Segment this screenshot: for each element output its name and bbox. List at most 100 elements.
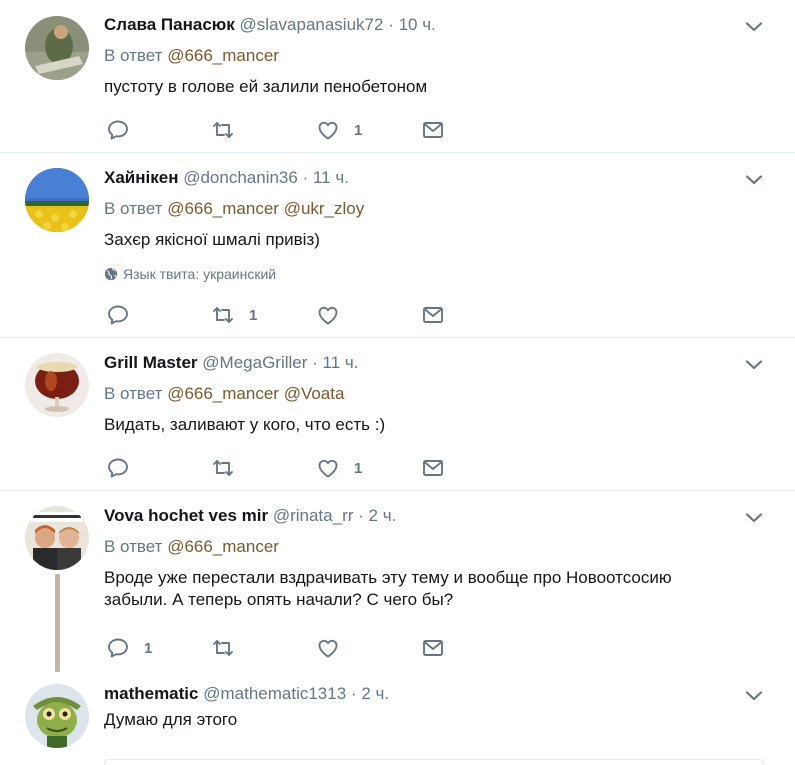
tweet-time[interactable]: 2 ч. [361,684,389,703]
tweet[interactable]: Grill Master @MegaGriller · 11 ч. В отве… [0,338,795,490]
tweet-time[interactable]: 10 ч. [399,15,436,34]
more-options-button[interactable] [743,685,765,707]
globe-icon [104,267,118,281]
author-name[interactable]: Grill Master [104,353,198,372]
avatar-image [25,353,89,417]
tweet-actions: 1 [104,456,464,480]
tweet-text: пустоту в голове ей залили пенобетоном [104,77,428,96]
direct-message-button[interactable] [421,303,445,327]
reply-prefix: В ответ [104,46,163,65]
mention-link[interactable]: @666_mancer [167,384,279,403]
author-handle[interactable]: @donchanin36 [183,168,298,187]
tweet-time[interactable]: 11 ч. [323,353,359,372]
tweet[interactable]: Хайнікен @donchanin36 · 11 ч. В ответ @6… [0,153,795,338]
direct-message-button[interactable] [421,118,445,142]
more-options-button[interactable] [743,169,765,191]
author-handle[interactable]: @slavapanasiuk72 [240,15,384,34]
like-button[interactable] [316,303,354,327]
mention-link[interactable]: @666_mancer [167,46,279,65]
retweet-icon [213,122,233,138]
avatar-image [25,506,89,570]
reply-icon [108,120,128,140]
thread-connector-line [55,574,60,672]
reply-context: В ответ @666_mancer @Voata [104,383,765,405]
tweet-time[interactable]: 11 ч. [313,168,349,187]
avatar[interactable] [25,506,89,570]
embedded-content-box[interactable] [104,759,764,765]
reply-button[interactable] [106,456,144,480]
tweet[interactable]: Слава Панасюк @slavapanasiuk72 · 10 ч. В… [0,0,795,152]
retweet-button[interactable] [211,456,249,480]
tweet-time[interactable]: 2 ч. [369,506,397,525]
reply-button[interactable] [106,118,144,142]
envelope-icon [423,460,443,476]
tweet-header: Хайнікен @donchanin36 · 11 ч. [104,167,765,189]
envelope-icon [423,640,443,656]
avatar[interactable] [25,353,89,417]
reply-context: В ответ @666_mancer [104,536,765,558]
separator-dot: · [358,506,364,525]
tweet-actions: 1 [104,303,464,327]
language-label[interactable]: Язык твита: украинский [123,266,276,282]
like-button[interactable]: 1 [316,118,362,142]
author-name[interactable]: Vova hochet ves mir [104,506,268,525]
author-handle[interactable]: @MegaGriller [202,353,307,372]
chevron-down-icon [745,175,763,185]
heart-icon [318,639,338,658]
tweet-text-line: Вроде уже перестали вздрачивать эту тему… [104,568,672,587]
like-button[interactable] [316,636,354,660]
author-name[interactable]: Слава Панасюк [104,15,235,34]
direct-message-button[interactable] [421,456,445,480]
tweet-text-line: забыли. А теперь опять начали? С чего бы… [104,590,454,609]
separator-dot: · [388,15,394,34]
author-name[interactable]: mathematic [104,684,198,703]
chevron-down-icon [745,513,763,523]
tweet-header: mathematic @mathematic1313 · 2 ч. [104,683,765,705]
avatar[interactable] [25,168,89,232]
retweet-count: 1 [249,306,258,324]
heart-icon [318,306,338,325]
separator-dot: · [350,684,357,703]
chevron-down-icon [745,360,763,370]
reply-count: 1 [144,639,153,657]
reply-button[interactable] [106,303,144,327]
author-name[interactable]: Хайнікен [104,168,178,187]
reply-button[interactable]: 1 [106,636,152,660]
tweet-text: Захєр якісної шмалі привіз) [104,230,320,249]
tweet-actions: 1 [104,118,464,142]
more-options-button[interactable] [743,354,765,376]
envelope-icon [423,307,443,323]
more-options-button[interactable] [743,16,765,38]
reply-prefix: В ответ [104,537,163,556]
more-options-button[interactable] [743,507,765,529]
retweet-button[interactable]: 1 [211,303,257,327]
author-handle[interactable]: @mathematic1313 [203,684,346,703]
avatar[interactable] [25,16,89,80]
reply-prefix: В ответ [104,384,163,403]
avatar-image [25,684,89,748]
separator-dot: · [302,168,309,187]
heart-icon [318,121,338,140]
tweet[interactable]: mathematic @mathematic1313 · 2 ч. Думаю … [0,671,795,765]
tweet-header: Vova hochet ves mir @rinata_rr · 2 ч. [104,505,765,527]
reply-context: В ответ @666_mancer @ukr_zloy [104,198,765,220]
tweet-text: Вроде уже перестали вздрачивать эту тему… [104,567,765,611]
tweet-text: Думаю для этого [104,710,238,729]
tweet[interactable]: Vova hochet ves mir @rinata_rr · 2 ч. В … [0,491,795,672]
mention-link[interactable]: @666_mancer [167,199,279,218]
mention-link[interactable]: @Voata [284,384,345,403]
author-handle[interactable]: @rinata_rr [273,506,354,525]
separator-dot: · [312,353,318,372]
retweet-button[interactable] [211,636,249,660]
tweet-actions: 1 [104,636,464,660]
retweet-button[interactable] [211,118,249,142]
mention-link[interactable]: @ukr_zloy [284,199,365,218]
tweet-header: Слава Панасюк @slavapanasiuk72 · 10 ч. [104,14,765,36]
reply-prefix: В ответ [104,199,163,218]
mention-link[interactable]: @666_mancer [167,537,279,556]
avatar[interactable] [25,684,89,748]
direct-message-button[interactable] [421,636,445,660]
envelope-icon [423,122,443,138]
like-button[interactable]: 1 [316,456,362,480]
reply-context: В ответ @666_mancer [104,45,765,67]
